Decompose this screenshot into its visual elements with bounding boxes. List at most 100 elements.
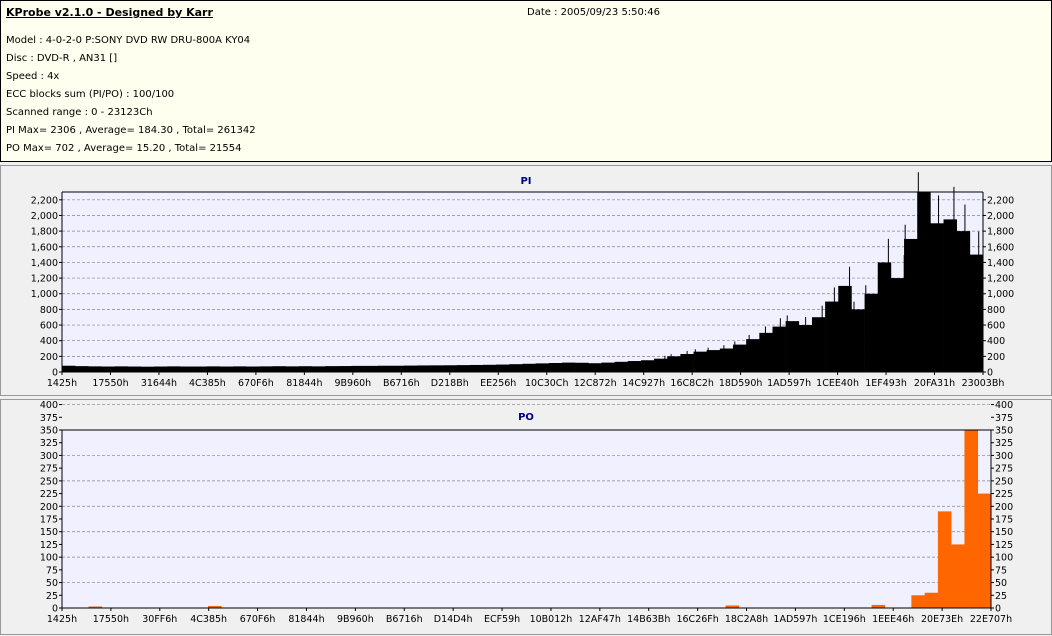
data-bar: [390, 365, 405, 372]
x-tick-label: 23003Bh: [962, 378, 1005, 389]
data-bar: [719, 348, 734, 372]
x-tick-label: 1EF493h: [865, 378, 907, 389]
x-tick-label: B6716h: [386, 614, 423, 625]
x-tick-label: 670F6h: [240, 614, 276, 625]
data-bar: [924, 592, 939, 608]
po-chart: 0 025 2550 5075 75100 100125 125150 150175 17520…: [40, 400, 1013, 625]
data-bar: [951, 544, 965, 608]
y-tick-label-left: 1,000: [31, 289, 58, 300]
x-tick-label: 22E707h: [970, 614, 1012, 625]
data-bar: [311, 366, 326, 372]
y-tick-label-left: 300: [40, 451, 58, 462]
data-bar: [180, 366, 194, 372]
data-bar: [614, 361, 629, 372]
data-bar: [890, 278, 905, 372]
x-tick-label: 1CE196h: [823, 614, 866, 625]
data-bar: [561, 362, 576, 372]
y-tick-label-left: 1,200: [31, 274, 58, 285]
y-tick-label-left: 325: [40, 438, 58, 449]
data-bar: [233, 366, 247, 372]
report-header: KProbe v2.1.0 - Designed by Karr Date : …: [0, 0, 1052, 162]
x-tick-label: 9B960h: [334, 378, 371, 389]
x-tick-label: 81844h: [288, 614, 324, 625]
y-tick-label-right: 25: [995, 591, 1007, 602]
data-spike: [734, 341, 736, 372]
y-tick-label-left: 200: [40, 502, 58, 513]
data-bar: [706, 350, 721, 372]
y-tick-label-right: 1,200: [987, 274, 1014, 285]
data-spike: [865, 285, 867, 372]
pi-stats: PI Max= 2306 , Average= 184.30 , Total= …: [6, 125, 256, 136]
y-tick-label-right: 275: [995, 464, 1013, 475]
y-tick-label-right: 300: [995, 451, 1013, 462]
ecc-info: ECC blocks sum (PI/PO) : 100/100: [6, 89, 175, 100]
data-bar: [667, 356, 681, 372]
y-tick-label-right: 1,000: [987, 289, 1014, 300]
data-spike: [694, 349, 696, 372]
data-bar: [522, 363, 536, 372]
x-tick-label: 30FF6h: [142, 614, 177, 625]
y-tick-label-right: 375: [995, 413, 1013, 424]
x-tick-label: 9B960h: [337, 614, 374, 625]
po-chart-panel: PO 0 0 25 25 50 50 75 75 100 100 125 125 150 150 175 17…: [0, 399, 1052, 635]
x-tick-label: 16C26Fh: [676, 614, 718, 625]
data-bar: [977, 493, 992, 608]
y-tick-label-right: 225: [995, 489, 1013, 500]
data-bar: [917, 191, 931, 372]
data-spike: [707, 347, 709, 372]
data-spike: [748, 334, 750, 372]
x-tick-label: 1AD597h: [767, 378, 811, 389]
data-bar: [535, 363, 550, 372]
data-bar: [351, 365, 365, 372]
x-tick-label: 18D590h: [719, 378, 763, 389]
data-bar: [298, 366, 313, 372]
data-spike: [904, 224, 906, 372]
data-bar: [75, 366, 89, 372]
data-bar: [930, 223, 944, 372]
data-spike: [853, 301, 855, 372]
y-tick-label-right: 2,000: [987, 211, 1014, 222]
data-bar: [325, 366, 339, 372]
data-bar: [575, 362, 589, 372]
x-tick-label: 1CEE40h: [816, 378, 859, 389]
y-tick-label-right: 1,600: [987, 242, 1014, 253]
y-tick-label-left: 375: [40, 413, 58, 424]
y-tick-label-right: 0: [987, 368, 993, 379]
x-tick-label: D218Bh: [431, 378, 469, 389]
y-tick-label-left: 275: [40, 464, 58, 475]
y-tick-label-left: 0: [52, 368, 58, 379]
x-tick-label: 17550h: [92, 378, 128, 389]
data-bar: [654, 358, 668, 372]
x-tick-label: 4C385h: [190, 614, 227, 625]
data-bar: [259, 366, 273, 372]
data-bar: [864, 293, 879, 372]
data-bar: [285, 366, 300, 372]
y-tick-label-right: 325: [995, 438, 1013, 449]
x-tick-label: B6716h: [383, 378, 420, 389]
data-bar: [759, 332, 773, 372]
pi-chart: 0 0 200 200 400 400 600 600 800 800 1,000 1,000 1,20…: [31, 172, 1014, 389]
y-tick-label-left: 25: [46, 591, 58, 602]
x-tick-label: 12C872h: [574, 378, 617, 389]
data-spike: [917, 172, 919, 372]
y-tick-label-right: 1,800: [987, 227, 1014, 238]
y-tick-label-left: 2,000: [31, 211, 58, 222]
data-bar: [588, 363, 602, 372]
x-tick-label: ECF59h: [484, 614, 520, 625]
data-bar: [404, 365, 418, 372]
data-bar: [193, 366, 208, 372]
y-tick-label-left: 2,200: [31, 195, 58, 206]
y-tick-label-left: 400: [40, 336, 58, 347]
data-bar: [601, 362, 615, 372]
data-bar: [640, 360, 655, 372]
data-bar: [877, 262, 892, 372]
x-tick-label: 1AD597h: [773, 614, 817, 625]
data-bar: [140, 366, 155, 372]
data-bar: [206, 366, 221, 372]
disc-info: Disc : DVD-R , AN31 []: [6, 53, 118, 64]
model-info: Model : 4-0-2-0 P:SONY DVD RW DRU-800A K…: [6, 35, 251, 46]
y-tick-label-right: 1,400: [987, 258, 1014, 269]
y-tick-label-left: 1,800: [31, 227, 58, 238]
y-tick-label-left: 100: [40, 553, 58, 564]
data-bar: [219, 366, 234, 372]
